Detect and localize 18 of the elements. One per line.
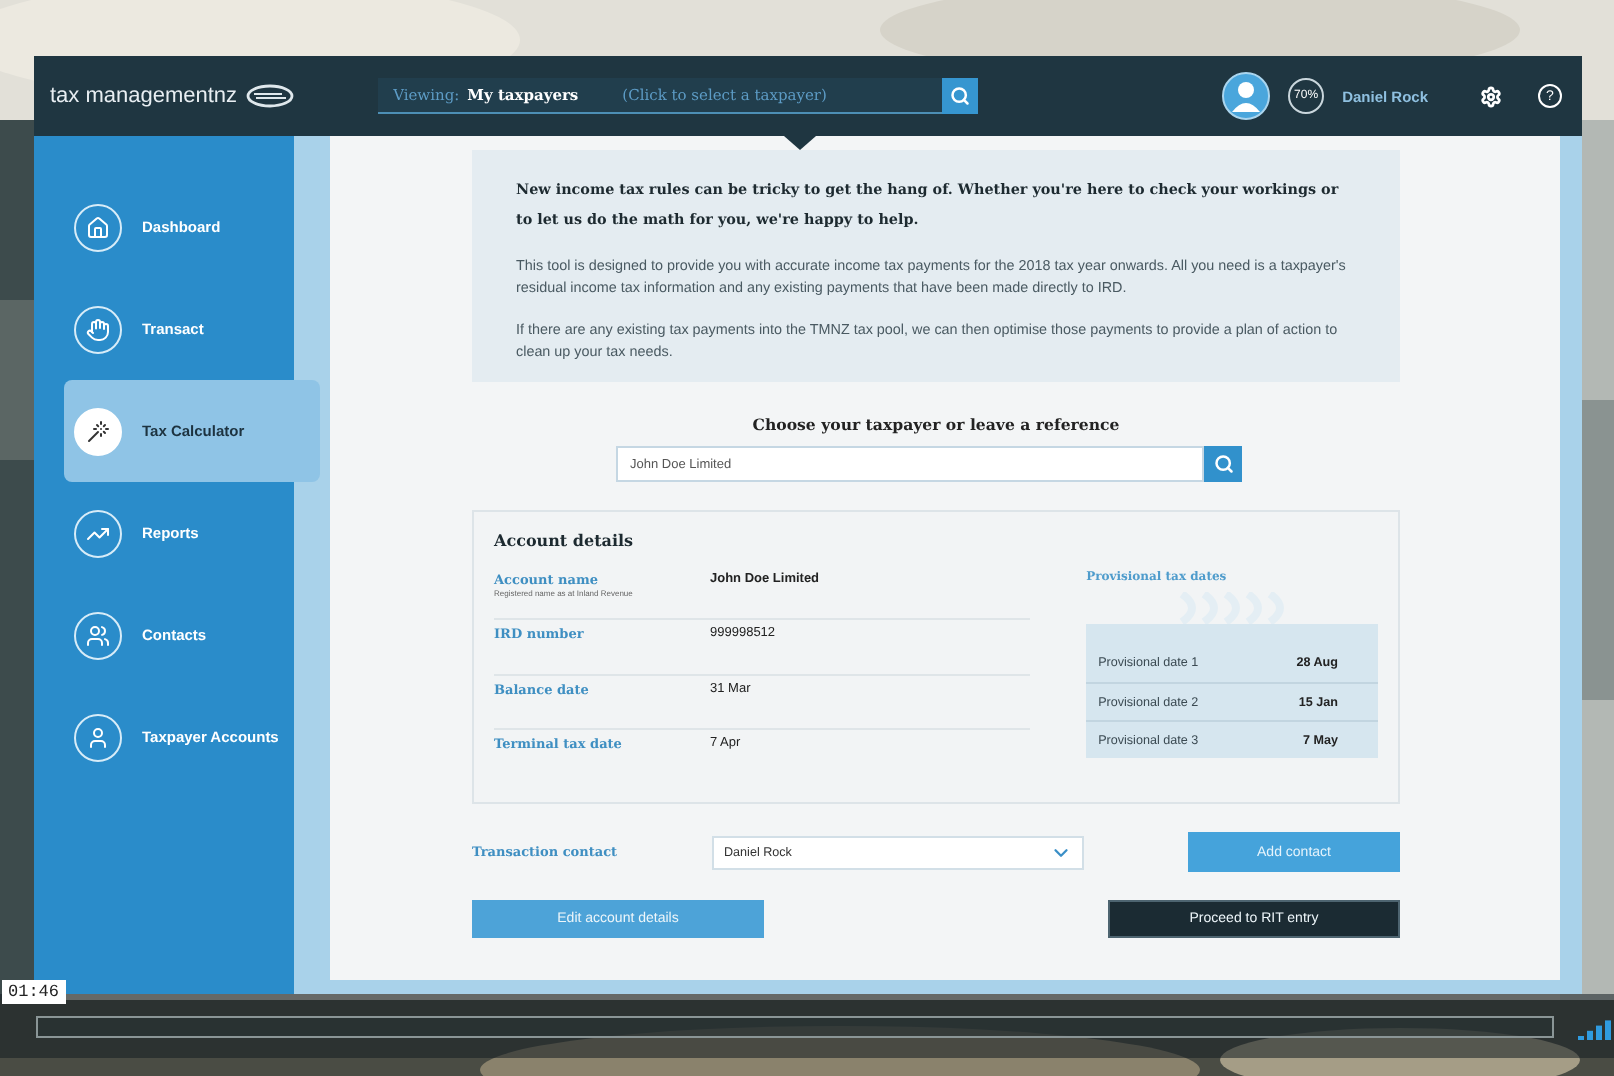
search-icon xyxy=(1213,454,1233,474)
card-title: Account details xyxy=(494,530,636,550)
nav-icon xyxy=(74,203,122,251)
search-icon xyxy=(949,85,970,105)
nav-icon xyxy=(74,305,122,353)
search-button[interactable] xyxy=(941,77,978,113)
nav-icon xyxy=(74,407,122,455)
logo-text: tax managementnz xyxy=(50,84,238,108)
settings-button[interactable] xyxy=(1480,85,1502,107)
seek-bar[interactable] xyxy=(36,1016,1554,1038)
volume-icon[interactable] xyxy=(1578,1020,1614,1040)
avatar-icon[interactable] xyxy=(1222,72,1271,120)
nav-icon xyxy=(74,611,122,659)
nav-icon xyxy=(74,713,122,761)
settings-icon xyxy=(1480,85,1502,107)
nav-icon xyxy=(74,509,122,557)
logo-icon xyxy=(245,84,294,108)
time-label: 01:46 xyxy=(2,980,66,1004)
